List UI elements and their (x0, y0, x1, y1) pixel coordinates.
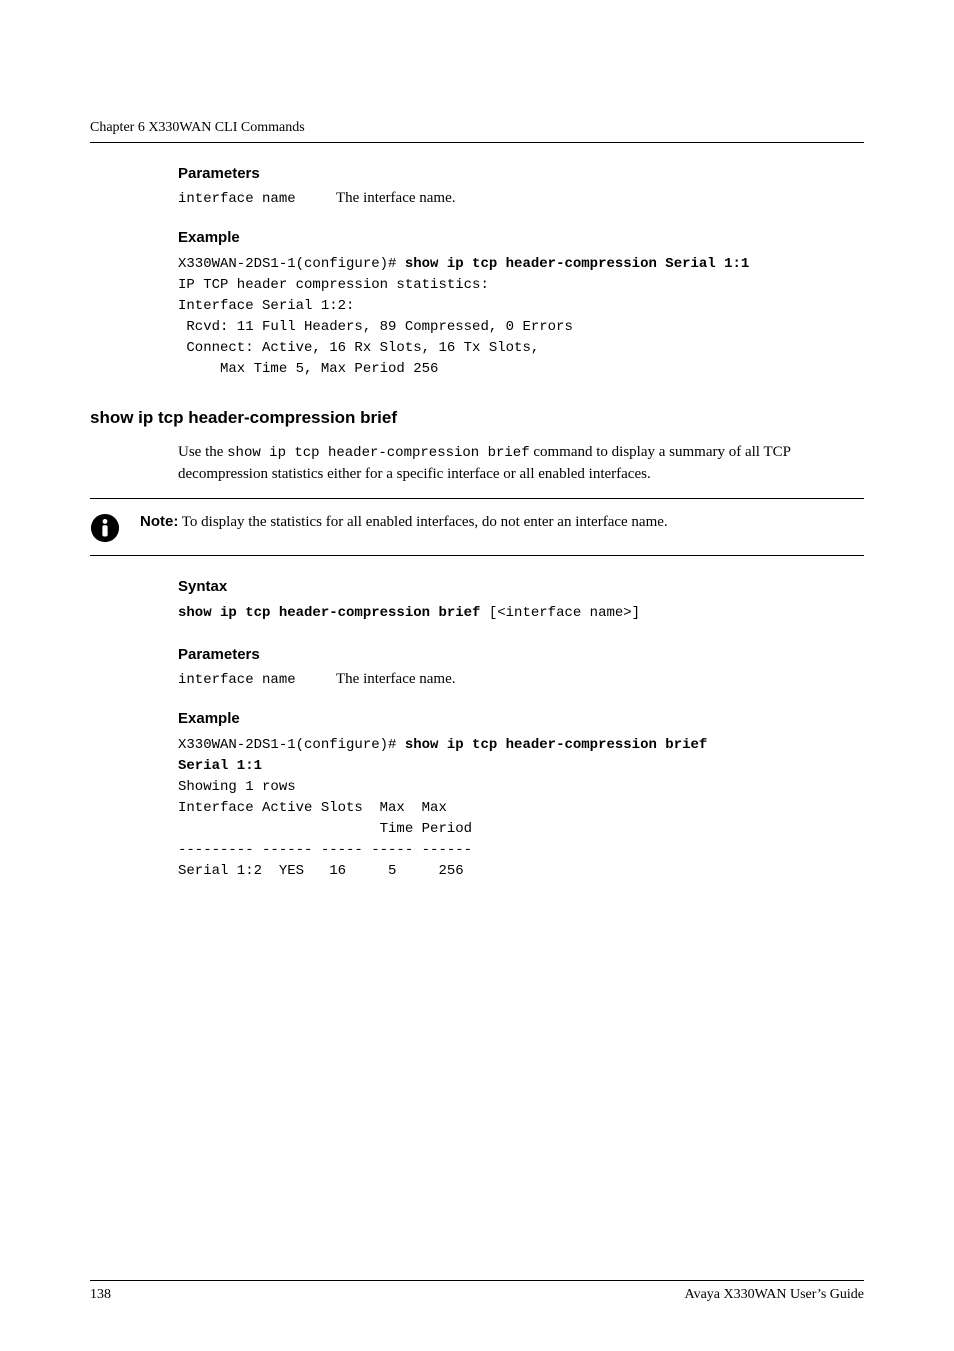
page: Chapter 6 X330WAN CLI Commands Parameter… (0, 0, 954, 1351)
note-label: Note: (140, 513, 178, 530)
syntax-line: show ip tcp header-compression brief [<i… (178, 603, 864, 624)
heading-example-2: Example (178, 710, 864, 727)
heading-syntax: Syntax (178, 578, 864, 595)
example1-prompt: X330WAN-2DS1-1(configure)# (178, 256, 405, 272)
heading-command: show ip tcp header-compression brief (90, 408, 864, 428)
example2-line5: Serial 1:2 YES 16 5 256 (178, 863, 464, 879)
param-row-1: interface name The interface name. (178, 190, 864, 207)
guide-title: Avaya X330WAN User’s Guide (685, 1287, 865, 1303)
footer: 138 Avaya X330WAN User’s Guide (90, 1280, 864, 1303)
param-desc-2: The interface name. (336, 671, 456, 688)
example1-cmd: show ip tcp header-compression Serial 1:… (405, 256, 749, 272)
cmd-desc-code: show ip tcp header-compression brief (227, 445, 529, 461)
example2-line3: Time Period (178, 821, 472, 837)
heading-parameters-1: Parameters (178, 165, 864, 182)
info-icon (90, 513, 120, 543)
heading-parameters-2: Parameters (178, 646, 864, 663)
command-description: Use the show ip tcp header-compression b… (178, 442, 864, 486)
note-rule-top (90, 498, 864, 499)
example1-line3: Rcvd: 11 Full Headers, 89 Compressed, 0 … (178, 319, 573, 335)
example2-cmd-b: Serial 1:1 (178, 758, 262, 774)
example2-prompt: X330WAN-2DS1-1(configure)# (178, 737, 405, 753)
cmd-desc-lead: Use the (178, 444, 227, 460)
example2-cmd-a: show ip tcp header-compression brief (405, 737, 716, 753)
syntax-block: Syntax show ip tcp header-compression br… (178, 578, 864, 882)
example2-line4: --------- ------ ----- ----- ------ (178, 842, 472, 858)
example1-line5: Max Time 5, Max Period 256 (178, 361, 438, 377)
example-2-block: X330WAN-2DS1-1(configure)# show ip tcp h… (178, 735, 864, 882)
param-desc-1: The interface name. (336, 190, 456, 207)
param-name-2: interface name (178, 672, 308, 688)
syntax-rest: [<interface name>] (480, 605, 640, 621)
note-text: Note: To display the statistics for all … (140, 511, 668, 534)
example1-line2: Interface Serial 1:2: (178, 298, 354, 314)
param-name-1: interface name (178, 191, 308, 207)
example1-line1: IP TCP header compression statistics: (178, 277, 489, 293)
syntax-bold: show ip tcp header-compression brief (178, 605, 480, 621)
example-1-block: X330WAN-2DS1-1(configure)# show ip tcp h… (178, 254, 864, 380)
note-rule-bottom (90, 555, 864, 556)
example2-line2: Interface Active Slots Max Max (178, 800, 447, 816)
heading-example-1: Example (178, 229, 864, 246)
example1-line4: Connect: Active, 16 Rx Slots, 16 Tx Slot… (178, 340, 539, 356)
running-head: Chapter 6 X330WAN CLI Commands (90, 120, 864, 136)
command-body: Use the show ip tcp header-compression b… (178, 442, 864, 486)
rule-top (90, 142, 864, 143)
note-body: To display the statistics for all enable… (178, 514, 667, 530)
note-block: Note: To display the statistics for all … (90, 511, 864, 543)
page-number: 138 (90, 1287, 111, 1303)
example2-line1: Showing 1 rows (178, 779, 296, 795)
param-row-2: interface name The interface name. (178, 671, 864, 688)
content-block: Parameters interface name The interface … (178, 165, 864, 380)
